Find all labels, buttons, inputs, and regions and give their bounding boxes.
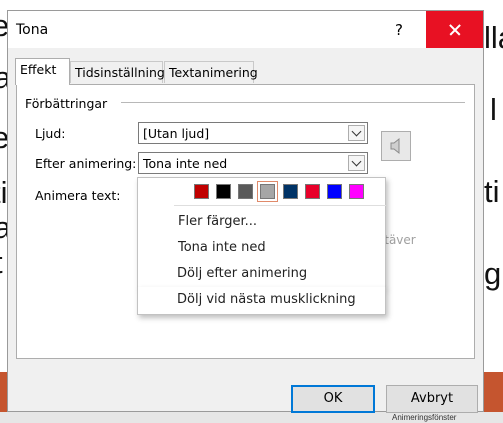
color-swatch-dark-gray[interactable] — [238, 184, 253, 199]
slide-text-fragment: gu — [484, 256, 503, 291]
speaker-icon — [390, 137, 400, 155]
tab-label: Textanimering — [169, 65, 258, 80]
sound-value: [Utan ljud] — [143, 126, 210, 141]
slide-text-fragment: l — [490, 92, 497, 127]
chevron-down-icon — [351, 126, 362, 137]
after-animation-dropdown[interactable]: Tona inte ned — [138, 152, 368, 174]
tab-effekt[interactable]: Effekt — [15, 58, 70, 85]
animate-text-label: Animera text: — [35, 188, 121, 203]
close-button[interactable] — [426, 11, 483, 48]
color-swatch-blue[interactable] — [327, 184, 342, 199]
after-animation-label: Efter animering: — [35, 156, 137, 171]
color-swatch-red[interactable] — [305, 184, 320, 199]
slide-text-fragment: ti — [484, 174, 500, 209]
cancel-button[interactable]: Avbryt — [386, 385, 478, 413]
dropdown-item-dont-dim[interactable]: Tona inte ned — [178, 240, 266, 255]
dialog-title: Tona — [16, 22, 49, 38]
color-swatch-navy[interactable] — [283, 184, 298, 199]
tab-tidsinstallning[interactable]: Tidsinställning — [70, 61, 165, 83]
group-divider — [121, 102, 465, 103]
dropdown-separator — [174, 205, 386, 206]
group-heading: Förbättringar — [25, 96, 108, 111]
help-button[interactable]: ? — [389, 20, 409, 40]
color-swatch-black[interactable] — [216, 184, 231, 199]
tab-label: Effekt — [20, 62, 57, 77]
dropdown-item-hide-next-click[interactable]: Dölj vid nästa musklickning — [177, 292, 356, 307]
dropdown-button[interactable] — [348, 125, 365, 141]
sound-volume-button[interactable] — [381, 131, 411, 161]
dropdown-item-hide-after[interactable]: Dölj efter animering — [177, 266, 307, 281]
dropdown-button[interactable] — [348, 155, 365, 171]
after-animation-value: Tona inte ned — [143, 156, 228, 171]
animation-pane-button[interactable]: Animeringsfönster — [392, 413, 456, 422]
dropdown-item-more-colors[interactable]: Fler färger... — [178, 214, 257, 229]
tab-label: Tidsinställning — [75, 65, 165, 80]
sound-label: Ljud: — [35, 126, 66, 141]
tab-textanimering[interactable]: Textanimering — [164, 61, 258, 83]
cancel-label: Avbryt — [410, 391, 454, 406]
chevron-down-icon — [351, 156, 362, 167]
ok-label: OK — [323, 391, 343, 406]
color-swatch-dark-red[interactable] — [194, 184, 209, 199]
slide-text-fragment: t — [0, 245, 3, 281]
ok-button[interactable]: OK — [291, 385, 375, 413]
slide-text-fragment: lla — [484, 20, 503, 55]
title-bar[interactable]: Tona ? — [8, 11, 483, 48]
sound-dropdown[interactable]: [Utan ljud] — [138, 122, 368, 144]
color-swatch-gray[interactable] — [257, 181, 278, 202]
color-swatch-magenta[interactable] — [349, 184, 364, 199]
